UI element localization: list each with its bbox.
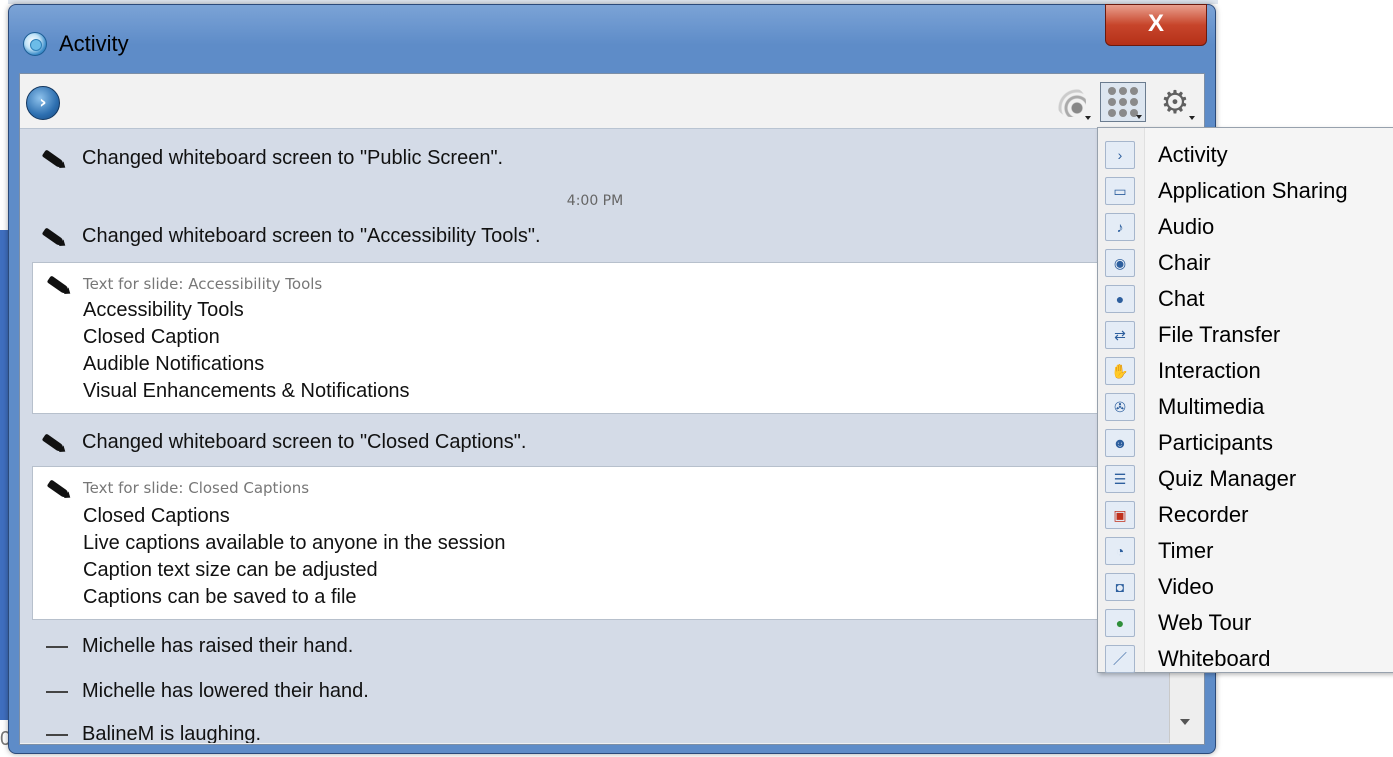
dash-icon: [46, 646, 68, 648]
menu-item-chat[interactable]: ● Chat: [1098, 280, 1393, 316]
monitor-icon: ▭: [1105, 177, 1135, 205]
menu-item-file-transfer[interactable]: ⇄ File Transfer: [1098, 316, 1393, 352]
menu-item-interaction[interactable]: ✋ Interaction: [1098, 352, 1393, 388]
recorder-icon: ▣: [1105, 501, 1135, 529]
activity-icon: ›: [1105, 141, 1135, 169]
people-icon: ☻: [1105, 429, 1135, 457]
film-reel-icon: ✇: [1105, 393, 1135, 421]
scroll-down-arrow-icon[interactable]: [1180, 719, 1190, 725]
broadcast-button[interactable]: [1048, 82, 1094, 122]
menu-item-whiteboard[interactable]: ／ Whiteboard: [1098, 640, 1393, 676]
broadcast-icon: [1056, 87, 1086, 117]
activity-log: Changed whiteboard screen to "Public Scr…: [20, 129, 1170, 743]
hand-icon: ✋: [1105, 357, 1135, 385]
activity-icon[interactable]: ›: [26, 86, 60, 120]
pencil-icon: [41, 433, 65, 453]
dash-icon: [46, 734, 68, 736]
toolbar: › ⚙: [20, 74, 1204, 129]
background-panel-edge: [0, 230, 8, 720]
menu-item-audio[interactable]: ♪ Audio: [1098, 208, 1393, 244]
gear-icon: ⚙: [1160, 83, 1190, 121]
speech-bubble-icon: ●: [1105, 285, 1135, 313]
stopwatch-icon: ◔: [1105, 537, 1135, 565]
eye-icon: ◉: [1105, 249, 1135, 277]
panels-menu-button[interactable]: [1100, 82, 1146, 122]
menu-item-multimedia[interactable]: ✇ Multimedia: [1098, 388, 1393, 424]
pencil-icon: [41, 149, 65, 169]
brush-icon: ／: [1105, 645, 1135, 673]
pencil-icon: [46, 479, 70, 499]
menu-item-timer[interactable]: ◔ Timer: [1098, 532, 1393, 568]
close-button[interactable]: X: [1105, 4, 1207, 46]
menu-item-video[interactable]: ◘ Video: [1098, 568, 1393, 604]
slide-text-block: Text for slide: Closed Captions Closed C…: [32, 466, 1164, 620]
app-icon: [23, 32, 47, 56]
menu-item-chair[interactable]: ◉ Chair: [1098, 244, 1393, 280]
window-title: Activity: [59, 31, 129, 56]
menu-item-application-sharing[interactable]: ▭ Application Sharing: [1098, 172, 1393, 208]
list-item: BalineM is laughing.: [20, 723, 1170, 743]
list-item: Michelle has lowered their hand.: [20, 680, 1170, 710]
panels-dropdown-menu: › Activity ▭ Application Sharing ♪ Audio…: [1097, 127, 1393, 673]
file-transfer-icon: ⇄: [1105, 321, 1135, 349]
slide-text-block: Text for slide: Accessibility Tools Acce…: [32, 262, 1164, 414]
chevron-down-icon: [1189, 116, 1195, 120]
chevron-down-icon: [1085, 116, 1091, 120]
timestamp: 4:00 PM: [566, 193, 624, 209]
list-item: Changed whiteboard screen to "Accessibil…: [20, 225, 1170, 255]
dash-icon: [46, 691, 68, 693]
pencil-icon: [46, 275, 70, 295]
menu-item-quiz-manager[interactable]: ☰ Quiz Manager: [1098, 460, 1393, 496]
quiz-icon: ☰: [1105, 465, 1135, 493]
chevron-down-icon: [1136, 115, 1142, 119]
list-item: Michelle has raised their hand.: [20, 635, 1170, 665]
toolbar-right: ⚙: [1048, 82, 1198, 122]
settings-button[interactable]: ⚙: [1152, 82, 1198, 122]
list-item: Changed whiteboard screen to "Closed Cap…: [20, 431, 1170, 461]
menu-item-activity[interactable]: › Activity: [1098, 136, 1393, 172]
globe-icon: ●: [1105, 609, 1135, 637]
title-bar[interactable]: Activity X: [9, 4, 1215, 77]
client-area: › ⚙ Changed whiteboard screen to "Public…: [19, 73, 1205, 745]
menu-item-web-tour[interactable]: ● Web Tour: [1098, 604, 1393, 640]
activity-window: Activity X › ⚙ Changed whiteboard screen…: [8, 4, 1216, 754]
menu-item-participants[interactable]: ☻ Participants: [1098, 424, 1393, 460]
menu-item-recorder[interactable]: ▣ Recorder: [1098, 496, 1393, 532]
list-item: Changed whiteboard screen to "Public Scr…: [20, 147, 1170, 177]
pencil-icon: [41, 227, 65, 247]
webcam-icon: ◘: [1105, 573, 1135, 601]
grid-menu-icon: [1108, 87, 1138, 117]
microphone-icon: ♪: [1105, 213, 1135, 241]
